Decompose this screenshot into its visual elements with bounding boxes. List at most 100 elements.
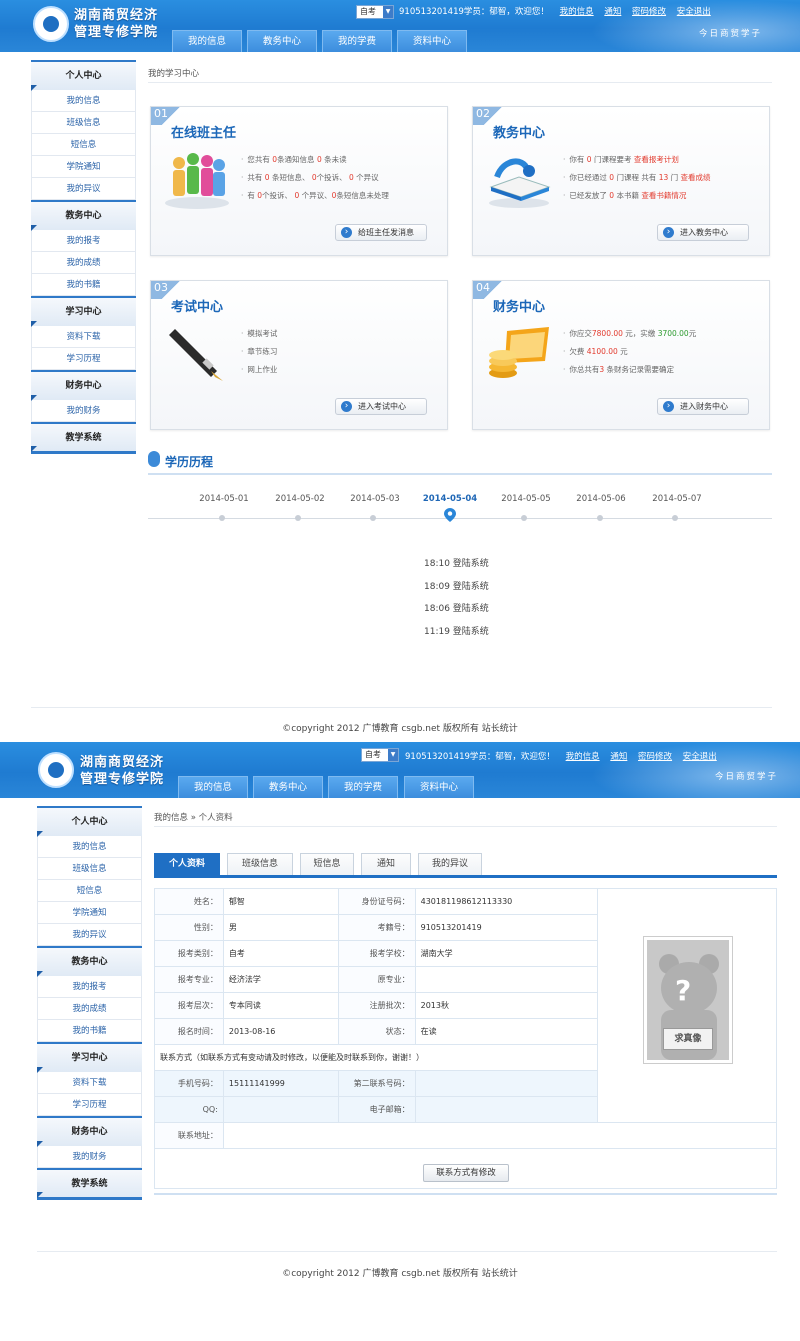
sidebar-group-personal[interactable]: 个人中心 bbox=[31, 60, 136, 91]
sidebar-group-finance[interactable]: 财务中心 bbox=[37, 1116, 142, 1147]
label-exam-type: 报考类别： bbox=[154, 940, 224, 967]
sidebar-group-academic[interactable]: 教务中心 bbox=[37, 946, 142, 977]
sidebar-item-notices[interactable]: 学院通知 bbox=[37, 902, 142, 924]
tab-notices[interactable]: 通知 bbox=[361, 853, 411, 875]
bear-silhouette-icon: ? 求真像 bbox=[647, 940, 729, 1060]
link-my-info[interactable]: 我的信息 bbox=[560, 7, 594, 17]
sidebar-item-downloads[interactable]: 资料下载 bbox=[37, 1072, 142, 1094]
sidebar-group-finance[interactable]: 财务中心 bbox=[31, 370, 136, 401]
sidebar-item-objections[interactable]: 我的异议 bbox=[31, 178, 136, 200]
link-view-plan[interactable]: 查看报考计划 bbox=[634, 155, 679, 164]
nav-my-info[interactable]: 我的信息 bbox=[178, 776, 248, 798]
label-email: 电子邮箱： bbox=[337, 1096, 416, 1123]
avatar-placeholder: ? 求真像 bbox=[643, 936, 733, 1064]
card-stats: 模拟考试 章节练习 网上作业 bbox=[241, 325, 277, 379]
value-email[interactable] bbox=[414, 1096, 599, 1123]
tab-objections[interactable]: 我的异议 bbox=[418, 853, 482, 875]
enter-academic-button[interactable]: 进入教务中心 bbox=[657, 224, 749, 241]
sidebar-item-downloads[interactable]: 资料下载 bbox=[31, 326, 136, 348]
sidebar-item-my-finance[interactable]: 我的财务 bbox=[31, 400, 136, 422]
sidebar-item-class-info[interactable]: 班级信息 bbox=[37, 858, 142, 880]
link-mock-exam[interactable]: 模拟考试 bbox=[241, 325, 277, 343]
value-phone2[interactable] bbox=[414, 1070, 599, 1097]
sidebar-item-registration[interactable]: 我的报考 bbox=[31, 230, 136, 252]
nav-resources[interactable]: 资料中心 bbox=[404, 776, 474, 798]
sidebar-item-books[interactable]: 我的书籍 bbox=[31, 274, 136, 296]
sidebar-item-notices[interactable]: 学院通知 bbox=[31, 156, 136, 178]
nav-academic[interactable]: 教务中心 bbox=[253, 776, 323, 798]
header: 湖南商贸经济 管理专修学院 自考 ▼ 910513201419学员：郁智，欢迎您！… bbox=[0, 0, 800, 52]
sidebar-item-registration[interactable]: 我的报考 bbox=[37, 976, 142, 998]
timeline-date[interactable]: 2014-05-01 bbox=[186, 494, 262, 504]
sidebar-item-my-finance[interactable]: 我的财务 bbox=[37, 1146, 142, 1168]
timeline-date[interactable]: 2014-05-05 bbox=[488, 494, 564, 504]
label-major: 报考专业： bbox=[154, 966, 224, 993]
sidebar-item-history[interactable]: 学习历程 bbox=[37, 1094, 142, 1116]
nav-tuition[interactable]: 我的学费 bbox=[328, 776, 398, 798]
timeline-dot bbox=[672, 515, 678, 521]
enter-finance-button[interactable]: 进入财务中心 bbox=[657, 398, 749, 415]
label-exam-number: 考籍号： bbox=[337, 914, 416, 941]
timeline-dot bbox=[219, 515, 225, 521]
link-view-books[interactable]: 查看书籍情况 bbox=[641, 191, 686, 200]
value-gender: 男 bbox=[222, 914, 339, 941]
link-logout[interactable]: 安全退出 bbox=[677, 7, 711, 17]
value-major: 经济法学 bbox=[222, 966, 339, 993]
stat-line: 已经发放了 0 本书籍 查看书籍情况 bbox=[563, 187, 711, 205]
enter-exam-button[interactable]: 进入考试中心 bbox=[335, 398, 427, 415]
sidebar-group-academic[interactable]: 教务中心 bbox=[31, 200, 136, 231]
label-phone: 手机号码： bbox=[154, 1070, 224, 1097]
sidebar-group-study[interactable]: 学习中心 bbox=[37, 1042, 142, 1073]
link-logout[interactable]: 安全退出 bbox=[683, 752, 717, 762]
school-logo bbox=[38, 752, 74, 788]
exam-type-select[interactable]: 自考 ▼ bbox=[356, 5, 394, 19]
modify-contact-button[interactable]: 联系方式有修改 bbox=[423, 1164, 509, 1182]
divider bbox=[148, 82, 772, 83]
sidebar-item-my-info[interactable]: 我的信息 bbox=[31, 90, 136, 112]
nav-my-info[interactable]: 我的信息 bbox=[172, 30, 242, 52]
tab-profile[interactable]: 个人资料 bbox=[154, 853, 220, 875]
sidebar-item-my-info[interactable]: 我的信息 bbox=[37, 836, 142, 858]
school-logo bbox=[33, 6, 69, 42]
sidebar-item-class-info[interactable]: 班级信息 bbox=[31, 112, 136, 134]
timeline-date[interactable]: 2014-05-03 bbox=[337, 494, 413, 504]
tab-messages[interactable]: 短信息 bbox=[300, 853, 354, 875]
sidebar-group-teaching[interactable]: 教学系统 bbox=[31, 422, 136, 454]
timeline-date[interactable]: 2014-05-02 bbox=[262, 494, 338, 504]
link-homework[interactable]: 网上作业 bbox=[241, 361, 277, 379]
link-notice[interactable]: 通知 bbox=[610, 752, 627, 762]
link-notice[interactable]: 通知 bbox=[604, 7, 621, 17]
nav-tuition[interactable]: 我的学费 bbox=[322, 30, 392, 52]
sidebar-item-messages[interactable]: 短信息 bbox=[37, 880, 142, 902]
sidebar-item-grades[interactable]: 我的成绩 bbox=[37, 998, 142, 1020]
sidebar-item-objections[interactable]: 我的异议 bbox=[37, 924, 142, 946]
sidebar-group-teaching[interactable]: 教学系统 bbox=[37, 1168, 142, 1200]
link-my-info[interactable]: 我的信息 bbox=[566, 752, 600, 762]
login-log-entry: 18:10 登陆系统 bbox=[424, 559, 489, 569]
timeline-date[interactable]: 2014-05-07 bbox=[639, 494, 715, 504]
sidebar-item-messages[interactable]: 短信息 bbox=[31, 134, 136, 156]
stat-line: 你有 0 门课程要考 查看报考计划 bbox=[563, 151, 711, 169]
value-status: 在读 bbox=[414, 1018, 599, 1045]
link-view-grades[interactable]: 查看成绩 bbox=[681, 173, 711, 182]
nav-resources[interactable]: 资料中心 bbox=[397, 30, 467, 52]
nav-academic[interactable]: 教务中心 bbox=[247, 30, 317, 52]
sidebar-item-grades[interactable]: 我的成绩 bbox=[31, 252, 136, 274]
book-icon bbox=[489, 158, 551, 208]
timeline-date-active[interactable]: 2014-05-04 bbox=[412, 494, 488, 504]
link-change-password[interactable]: 密码修改 bbox=[638, 752, 672, 762]
sidebar-group-study[interactable]: 学习中心 bbox=[31, 296, 136, 327]
sidebar-item-books[interactable]: 我的书籍 bbox=[37, 1020, 142, 1042]
label-register-date: 报名时间： bbox=[154, 1018, 224, 1045]
tab-class-info[interactable]: 班级信息 bbox=[227, 853, 293, 875]
value-phone[interactable]: 15111141999 bbox=[222, 1070, 339, 1097]
message-teacher-button[interactable]: 给班主任发消息 bbox=[335, 224, 427, 241]
value-address[interactable] bbox=[222, 1122, 778, 1149]
sidebar-group-personal[interactable]: 个人中心 bbox=[37, 806, 142, 837]
value-qq[interactable] bbox=[222, 1096, 339, 1123]
link-chapter-practice[interactable]: 章节练习 bbox=[241, 343, 277, 361]
timeline-date[interactable]: 2014-05-06 bbox=[563, 494, 639, 504]
link-change-password[interactable]: 密码修改 bbox=[632, 7, 666, 17]
sidebar-item-history[interactable]: 学习历程 bbox=[31, 348, 136, 370]
exam-type-select[interactable]: 自考 ▼ bbox=[361, 748, 399, 762]
